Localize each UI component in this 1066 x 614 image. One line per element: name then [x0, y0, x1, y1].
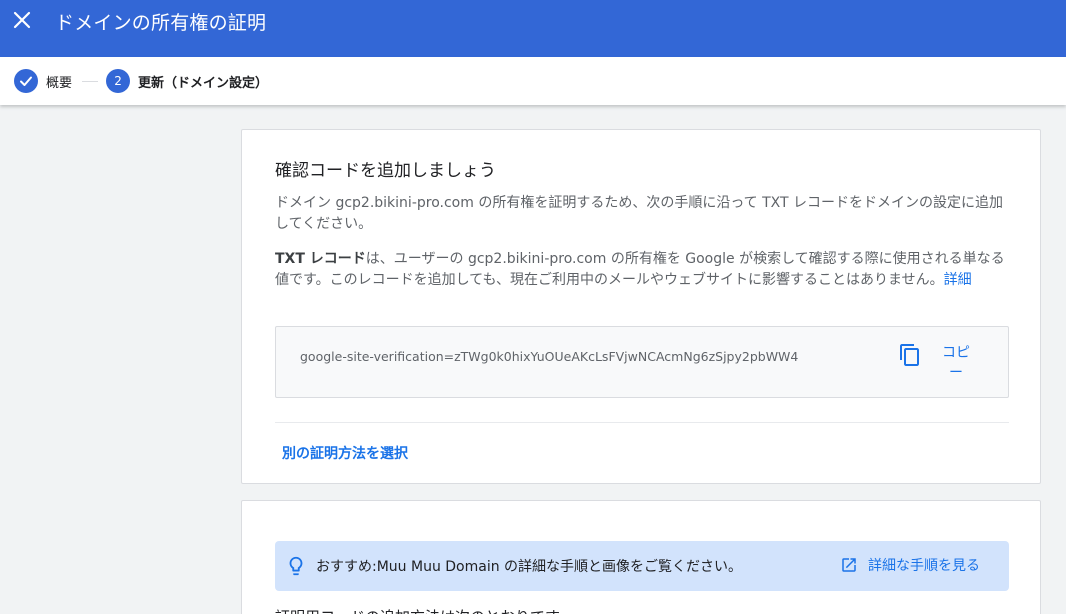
txt-record-explanation: TXT レコードは、ユーザーの gcp2.bikini-pro.com の所有権…: [275, 249, 1010, 291]
detailed-steps-link-label[interactable]: 詳細な手順を見る: [868, 555, 980, 575]
tip-banner: おすすめ:Muu Muu Domain の詳細な手順と画像をご覧ください。 詳細…: [275, 541, 1009, 591]
open-in-new-icon[interactable]: [840, 556, 858, 574]
intro-text: ドメイン gcp2.bikini-pro.com の所有権を証明するため、次の手…: [275, 195, 1003, 232]
card-divider: [275, 422, 1009, 423]
close-button[interactable]: [10, 8, 34, 32]
details-link[interactable]: 詳細: [944, 272, 972, 288]
detailed-steps-link[interactable]: 詳細な手順を見る: [840, 555, 980, 575]
instructions-card: おすすめ:Muu Muu Domain の詳細な手順と画像をご覧ください。 詳細…: [241, 500, 1041, 614]
verification-code-box: google-site-verification=zTWg0k0hixYuOUe…: [275, 326, 1009, 398]
verification-card: 確認コードを追加しましょう ドメイン gcp2.bikini-pro.com の…: [241, 129, 1041, 484]
step-1-label[interactable]: 概要: [46, 72, 72, 91]
tip-text: おすすめ:Muu Muu Domain の詳細な手順と画像をご覧ください。: [316, 559, 743, 575]
txt-record-description: は、ユーザーの gcp2.bikini-pro.com の所有権を Google…: [275, 251, 1005, 288]
close-icon[interactable]: [13, 11, 31, 29]
stepper: 概要 2 更新（ドメイン設定）: [0, 57, 1066, 105]
card-title: 確認コードを追加しましょう: [275, 161, 496, 181]
step-2-number: 2: [106, 69, 131, 93]
alternate-method-link[interactable]: 別の証明方法を選択: [282, 443, 408, 463]
copy-button[interactable]: コピー: [940, 343, 972, 383]
copy-icon[interactable]: [898, 343, 922, 367]
check-icon: [20, 76, 32, 86]
step-2-label[interactable]: 更新（ドメイン設定）: [138, 72, 268, 91]
step-divider: [82, 80, 99, 82]
verification-code[interactable]: google-site-verification=zTWg0k0hixYuOUe…: [300, 349, 798, 364]
page-title: ドメインの所有権の証明: [55, 12, 267, 34]
step-1-complete-icon: [14, 69, 38, 93]
app-header: ドメインの所有権の証明: [0, 0, 1066, 57]
txt-record-term: TXT レコード: [275, 251, 366, 267]
lightbulb-icon: [289, 556, 303, 576]
instructions-heading: 証明用コードの追加方法は次のとおりです: [275, 606, 560, 614]
